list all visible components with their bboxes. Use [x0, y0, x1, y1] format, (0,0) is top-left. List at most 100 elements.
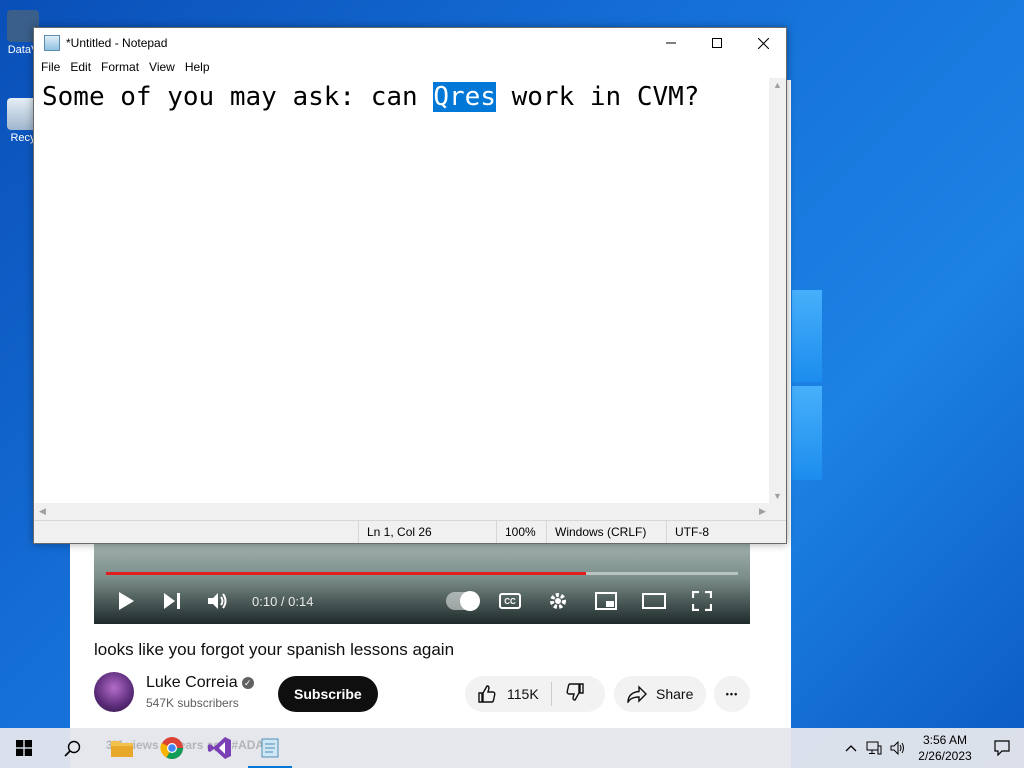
notepad-text-area[interactable]: Some of you may ask: can Qres work in CV… — [34, 78, 771, 503]
clock-time: 3:56 AM — [922, 733, 968, 747]
thumbs-up-icon[interactable] — [477, 684, 497, 704]
video-progress-track[interactable] — [106, 572, 738, 575]
close-button[interactable] — [740, 28, 786, 58]
video-title: looks like you forgot your spanish lesso… — [94, 640, 455, 659]
miniplayer-button[interactable] — [590, 585, 622, 617]
notepad-app-icon — [44, 35, 60, 51]
theater-icon — [642, 593, 666, 609]
maximize-icon — [712, 38, 722, 48]
action-center-button[interactable] — [980, 728, 1024, 768]
scroll-down-icon[interactable]: ▼ — [769, 491, 786, 501]
taskbar-notepad[interactable] — [246, 728, 294, 768]
captions-button[interactable]: CC — [494, 585, 526, 617]
maximize-button[interactable] — [694, 28, 740, 58]
text-before-selection: Some of you may ask: can — [42, 82, 434, 112]
channel-row: Luke Correia ✓ 547K subscribers Subscribe… — [94, 672, 754, 716]
like-divider — [551, 682, 552, 706]
scrollbar-corner — [769, 503, 786, 520]
channel-name[interactable]: Luke Correia — [146, 674, 238, 691]
taskbar-chrome[interactable] — [148, 728, 196, 768]
fullscreen-button[interactable] — [686, 585, 718, 617]
desktop-icon-label: Recy — [10, 132, 36, 144]
menu-view[interactable]: View — [144, 58, 180, 77]
scroll-left-icon[interactable]: ◀ — [34, 506, 51, 517]
menu-file[interactable]: File — [36, 58, 65, 77]
search-button[interactable] — [48, 728, 96, 768]
play-button[interactable] — [110, 585, 142, 617]
network-icon — [866, 741, 882, 755]
notepad-status-bar: Ln 1, Col 26 100% Windows (CRLF) UTF-8 — [34, 520, 786, 543]
notepad-text: Some of you may ask: can Qres work in CV… — [42, 80, 699, 114]
start-icon — [16, 740, 32, 756]
video-controls: 0:10 / 0:14 CC — [94, 578, 750, 624]
notepad-title: *Untitled - Notepad — [66, 36, 168, 50]
search-icon — [63, 740, 80, 757]
clock-date: 2/26/2023 — [918, 749, 972, 763]
gear-icon — [550, 593, 566, 609]
like-count[interactable]: 115K — [507, 686, 539, 702]
taskbar: 3M views 2 years ago #ADA 3:56 AM 2/26/2… — [0, 728, 1024, 768]
video-time-display: 0:10 / 0:14 — [252, 593, 314, 609]
share-label: Share — [656, 686, 694, 702]
autoplay-toggle-icon — [446, 591, 480, 611]
video-controls-right: CC — [446, 585, 734, 617]
like-dislike-group: 115K — [465, 676, 605, 712]
file-explorer-icon — [111, 741, 133, 757]
subscribe-button[interactable]: Subscribe — [278, 676, 378, 712]
taskbar-visual-studio[interactable] — [196, 728, 244, 768]
menu-edit[interactable]: Edit — [65, 58, 96, 77]
window-controls — [648, 28, 786, 58]
status-zoom: 100% — [496, 521, 546, 543]
more-actions-button[interactable]: ••• — [714, 676, 750, 712]
menu-format[interactable]: Format — [96, 58, 144, 77]
text-after-selection: work in CVM? — [495, 82, 700, 112]
windows-logo-pane-top — [792, 290, 822, 382]
share-button[interactable]: Share — [614, 676, 706, 712]
thumbs-down-icon[interactable] — [565, 682, 585, 702]
status-cursor-position: Ln 1, Col 26 — [358, 521, 500, 543]
visual-studio-icon — [208, 737, 231, 759]
vertical-scrollbar[interactable]: ▲ ▼ — [769, 78, 786, 503]
taskbar-file-explorer[interactable] — [98, 728, 146, 768]
skip-next-icon — [164, 593, 180, 609]
scroll-up-icon[interactable]: ▲ — [769, 80, 786, 90]
notepad-window: *Untitled - Notepad File Edit Format Vie… — [33, 27, 787, 544]
next-button[interactable] — [156, 585, 188, 617]
horizontal-scrollbar[interactable]: ◀ ▶ — [34, 503, 771, 520]
system-tray: 3:56 AM 2/26/2023 — [840, 728, 1024, 768]
theater-mode-button[interactable] — [638, 585, 670, 617]
notepad-menu-bar: File Edit Format View Help — [34, 58, 786, 77]
chrome-icon — [160, 737, 183, 759]
notepad-icon — [261, 738, 279, 758]
volume-icon — [208, 593, 227, 609]
status-encoding: UTF-8 — [666, 521, 770, 543]
speaker-icon — [890, 741, 904, 755]
channel-name-wrap[interactable]: Luke Correia ✓ — [146, 674, 254, 692]
menu-help[interactable]: Help — [180, 58, 215, 77]
verified-badge-icon: ✓ — [241, 677, 254, 689]
selected-text: Qres — [433, 82, 496, 112]
miniplayer-icon — [595, 592, 617, 610]
notification-icon — [994, 740, 1010, 756]
volume-button[interactable] — [202, 585, 234, 617]
play-icon — [119, 592, 134, 610]
clock[interactable]: 3:56 AM 2/26/2023 — [910, 732, 980, 764]
start-button[interactable] — [0, 728, 48, 768]
captions-icon: CC — [499, 593, 521, 609]
autoplay-toggle[interactable] — [446, 585, 480, 617]
network-button[interactable] — [862, 728, 886, 768]
chevron-up-icon — [845, 745, 857, 752]
notepad-title-bar[interactable]: *Untitled - Notepad — [34, 28, 786, 58]
minimize-button[interactable] — [648, 28, 694, 58]
volume-tray-button[interactable] — [886, 728, 910, 768]
video-progress-fill — [106, 572, 587, 575]
show-hidden-icons-button[interactable] — [840, 728, 862, 768]
minimize-icon — [666, 42, 676, 44]
fullscreen-icon — [692, 591, 712, 611]
status-line-ending: Windows (CRLF) — [546, 521, 666, 543]
close-icon — [757, 37, 769, 49]
more-icon: ••• — [725, 689, 739, 699]
subscriber-count: 547K subscribers — [146, 696, 239, 710]
channel-avatar[interactable] — [94, 672, 134, 712]
settings-button[interactable] — [542, 585, 574, 617]
